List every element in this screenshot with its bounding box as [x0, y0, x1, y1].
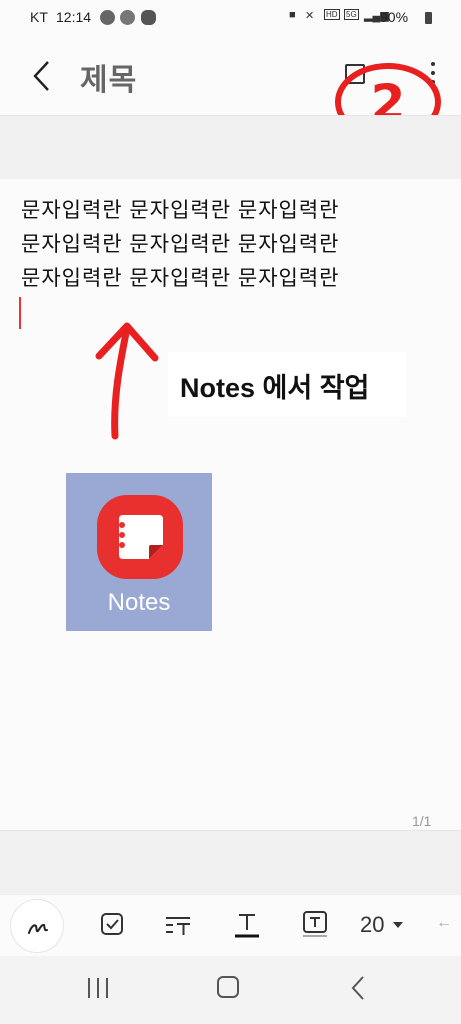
status-bar: KT 12:14 ■ ✕ HD 5G ▂▄▆ 90%: [0, 0, 461, 36]
chat-notification-icon: [141, 10, 156, 25]
hd-icon: HD: [324, 9, 340, 20]
annotation-label-box: Notes 에서 작업: [168, 352, 406, 417]
status-time: 12:14: [56, 9, 92, 25]
note-text-line[interactable]: 문자입력란 문자입력란 문자입력란: [21, 262, 339, 292]
text-box-icon[interactable]: [300, 909, 330, 939]
tag-area[interactable]: [0, 115, 461, 179]
checkbox-icon[interactable]: [97, 909, 127, 939]
text-style-icon[interactable]: [163, 909, 193, 939]
pen-icon: [28, 923, 48, 934]
back-icon[interactable]: [348, 974, 368, 1002]
mute-icon: ✕: [305, 10, 315, 22]
app-notification-icon: [100, 10, 115, 25]
app-name-label: Notes: [107, 589, 171, 616]
sync-icon: ■: [289, 9, 296, 21]
carrier-label: KT: [30, 9, 48, 25]
page-indicator: 1/1: [412, 813, 432, 829]
chevron-down-icon[interactable]: [393, 922, 403, 928]
battery-icon: [425, 12, 432, 24]
talk-notification-icon: [120, 10, 135, 25]
annotation-label: Notes 에서 작업: [180, 373, 370, 403]
back-button[interactable]: [28, 58, 58, 94]
chevron-left-icon: [33, 61, 49, 91]
font-size-value[interactable]: 20: [360, 912, 384, 938]
note-text-line[interactable]: 문자입력란 문자입력란 문자입력란: [21, 228, 339, 258]
notes-app-tile: Notes: [66, 473, 212, 631]
home-icon[interactable]: [217, 976, 239, 998]
system-nav-bar: [0, 956, 461, 1024]
network-type-label: 5G: [344, 9, 359, 20]
underline-text-icon[interactable]: [232, 909, 262, 939]
editor-toolbar: 20 ←: [0, 894, 461, 956]
bottom-band: [0, 830, 461, 894]
note-title[interactable]: 제목: [80, 55, 137, 99]
handwriting-button[interactable]: [10, 899, 64, 953]
notes-app-icon: [97, 495, 183, 579]
recents-icon[interactable]: [86, 978, 110, 998]
collapse-arrow-icon[interactable]: ←: [436, 914, 452, 932]
annotation-arrow-icon: [95, 322, 159, 440]
note-text-line[interactable]: 문자입력란 문자입력란 문자입력란: [21, 194, 339, 224]
battery-percentage: 90%: [380, 9, 409, 25]
text-cursor: [19, 297, 21, 329]
